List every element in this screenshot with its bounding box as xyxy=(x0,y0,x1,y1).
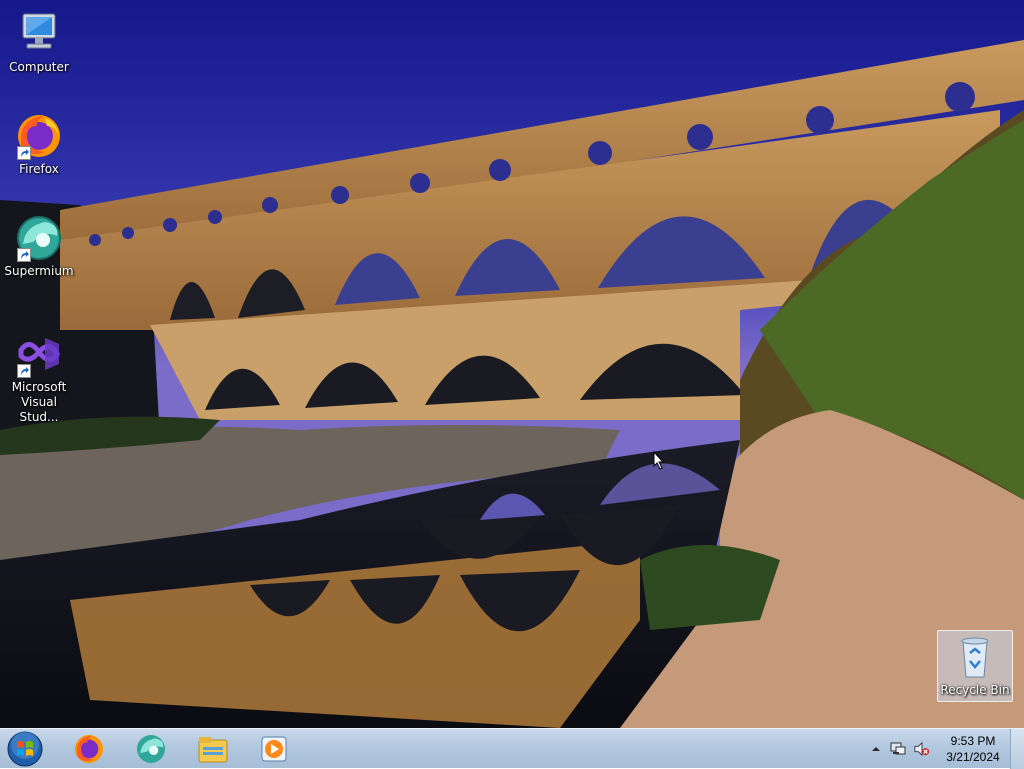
visual-studio-icon xyxy=(15,330,63,378)
clock-time: 9:53 PM xyxy=(950,734,996,748)
desktop-icon-computer[interactable]: Computer xyxy=(1,10,77,75)
shortcut-arrow-icon xyxy=(17,364,31,378)
show-desktop-button[interactable] xyxy=(1010,729,1024,769)
desktop-icon-label-line2: Visual Stud... xyxy=(19,395,59,424)
desktop-icon-label: Firefox xyxy=(19,162,59,176)
show-hidden-icons-arrow[interactable] xyxy=(868,741,884,757)
taskbar-firefox[interactable] xyxy=(61,731,117,767)
supermium-icon xyxy=(137,735,165,763)
shortcut-arrow-icon xyxy=(17,146,31,160)
taskbar-clock[interactable]: 9:53 PM 3/21/2024 xyxy=(930,733,1016,765)
start-button[interactable] xyxy=(4,730,46,768)
desktop-icon-label: Recycle Bin xyxy=(940,683,1010,697)
desktop-icon-firefox[interactable]: Firefox xyxy=(1,112,77,177)
windows-start-orb-icon xyxy=(7,731,43,767)
clock-date: 3/21/2024 xyxy=(946,750,1000,764)
desktop-icon-label: Supermium xyxy=(4,264,74,278)
media-player-icon xyxy=(261,736,287,762)
desktop-icon-visual-studio[interactable]: Microsoft Visual Stud... xyxy=(1,330,77,425)
desktop-icon-supermium[interactable]: Supermium xyxy=(1,214,77,279)
wallpaper xyxy=(0,0,1024,728)
desktop-icon-label: Computer xyxy=(9,60,69,74)
desktop: Computer Firefox Supermium Microsoft Vis… xyxy=(0,0,1024,728)
shortcut-arrow-icon xyxy=(17,248,31,262)
mouse-cursor-icon xyxy=(653,451,665,470)
supermium-icon xyxy=(15,214,63,262)
taskbar: 9:53 PM 3/21/2024 xyxy=(0,728,1024,769)
firefox-icon xyxy=(75,735,103,763)
desktop-icon-recycle-bin[interactable]: Recycle Bin xyxy=(937,630,1013,702)
recycle-bin-icon xyxy=(951,633,999,681)
network-icon[interactable] xyxy=(890,741,906,757)
taskbar-media-player[interactable] xyxy=(246,731,302,767)
taskbar-file-explorer[interactable] xyxy=(185,731,241,767)
firefox-icon xyxy=(15,112,63,160)
desktop-icon-label-line1: Microsoft xyxy=(11,380,67,394)
file-explorer-icon xyxy=(198,737,228,763)
volume-muted-icon[interactable] xyxy=(914,741,930,757)
taskbar-supermium[interactable] xyxy=(123,731,179,767)
computer-icon xyxy=(15,10,63,58)
